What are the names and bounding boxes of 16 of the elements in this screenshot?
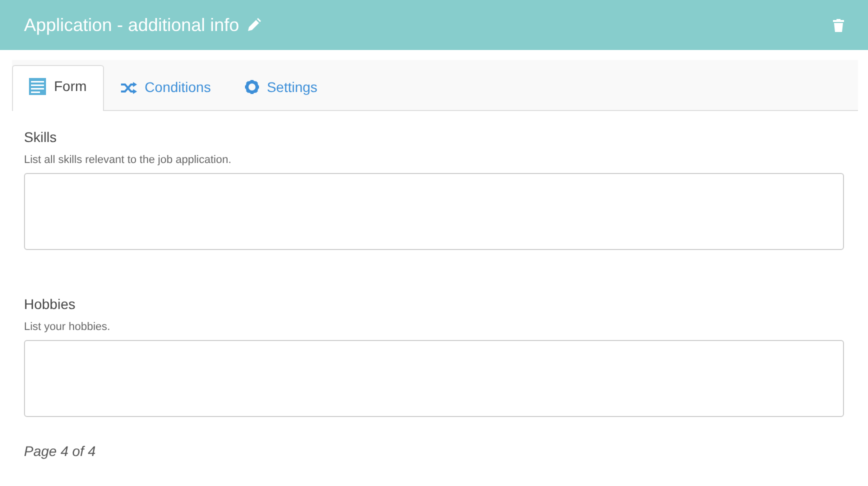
field-label: Hobbies — [24, 296, 76, 312]
tab[interactable]: Settings — [228, 65, 334, 111]
text-area[interactable] — [24, 173, 844, 250]
tab[interactable]: Conditions — [104, 65, 228, 111]
text-area[interactable] — [24, 340, 844, 417]
list-icon — [29, 78, 46, 95]
field-label: Skills — [24, 129, 57, 145]
page-indicator: Page 4 of 4 — [24, 443, 96, 459]
trash-icon[interactable] — [833, 18, 844, 32]
page-title: Application - additional info — [24, 14, 240, 37]
pencil-icon[interactable] — [247, 18, 262, 32]
tab[interactable]: Form — [12, 65, 104, 111]
help-text: List all skills relevant to the job application. — [24, 154, 232, 166]
gear-icon — [244, 80, 259, 94]
help-text: List your hobbies. — [24, 321, 110, 333]
shuffle-icon — [120, 82, 137, 94]
